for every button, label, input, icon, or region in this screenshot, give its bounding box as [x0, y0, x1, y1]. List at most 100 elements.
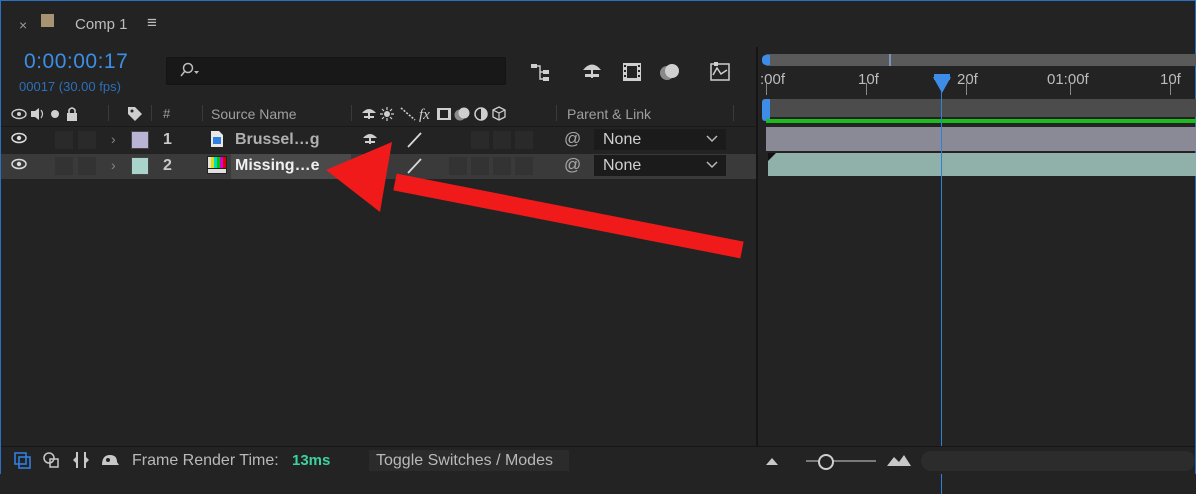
switch-cell[interactable] [493, 131, 511, 149]
quality-switch-icon[interactable] [405, 157, 423, 175]
visibility-eye-icon[interactable] [11, 157, 27, 171]
frame-render-time-value: 13ms [292, 452, 331, 469]
shy-layers-icon[interactable] [580, 60, 604, 84]
playhead-line[interactable] [941, 78, 942, 494]
time-ruler-label: 01:00f [1047, 71, 1089, 88]
ruler-tick [766, 83, 767, 95]
visibility-eye-icon[interactable] [11, 131, 27, 145]
parent-pickwhip-icon[interactable]: @ [564, 155, 581, 175]
shy-switch-icon[interactable] [362, 131, 378, 147]
timeline-area[interactable]: :00f 10f 20f 01:00f 10f [758, 47, 1196, 494]
layer-columns-header: # Source Name fx Parent & Link [1, 101, 756, 127]
graph-editor-icon[interactable] [708, 60, 732, 84]
time-ruler-label: :00f [760, 71, 786, 88]
work-area-bar[interactable] [766, 54, 1196, 66]
time-navigator-bar[interactable] [766, 99, 1196, 117]
ruler-tick [1170, 83, 1171, 95]
ruler-tick [1070, 83, 1071, 95]
transfer-controls-toggle-icon[interactable] [41, 451, 61, 469]
chevron-down-icon [706, 135, 718, 143]
switch-cell[interactable] [471, 131, 489, 149]
column-separator [202, 105, 203, 121]
expand-chevron-icon[interactable]: › [111, 157, 116, 173]
switch-cell[interactable] [449, 157, 467, 175]
layer-search-box[interactable] [166, 57, 506, 85]
image-file-icon [211, 131, 223, 147]
solo-switch[interactable] [55, 131, 73, 149]
timeline-scrollbar[interactable] [921, 451, 1195, 471]
frame-count-display: 00017 (30.00 fps) [19, 79, 121, 94]
layer-name[interactable]: Brussel…g [235, 131, 319, 149]
ruler-tick [966, 83, 967, 95]
switch-cell[interactable] [493, 157, 511, 175]
layer-row-1[interactable]: › 1 Brussel…g @ None [1, 128, 756, 153]
column-separator [108, 105, 109, 121]
work-area-start-handle[interactable] [762, 55, 770, 65]
layer-2-duration-bar[interactable] [768, 153, 1196, 176]
chevron-down-icon [706, 161, 718, 169]
color-bars-icon [207, 156, 227, 174]
comp-tab-title[interactable]: Comp 1 [75, 16, 128, 33]
parent-link-header[interactable]: Parent & Link [567, 106, 651, 122]
layer-switches-toggle-icon[interactable] [13, 451, 33, 469]
layer-label-color[interactable] [131, 157, 149, 175]
parent-dropdown[interactable]: None [594, 155, 726, 176]
render-cache-indicator [766, 119, 1196, 123]
close-tab-icon[interactable]: × [19, 17, 27, 33]
shy-switch-icon[interactable] [362, 157, 378, 173]
search-input[interactable] [207, 61, 491, 81]
layer-number: 2 [163, 157, 172, 174]
column-separator [351, 105, 352, 121]
lock-switch[interactable] [78, 131, 96, 149]
layer-switches-header-icons: fx [362, 106, 506, 122]
frame-blending-icon[interactable] [620, 60, 644, 84]
layer-number: 1 [163, 131, 172, 148]
layer-1-duration-bar[interactable] [766, 127, 1196, 151]
layer-row-2[interactable]: › 2 Missing…e @ None [1, 154, 756, 179]
navigator-start-handle[interactable] [762, 99, 770, 121]
panel-menu-icon[interactable]: ≡ [147, 13, 157, 33]
toggle-switches-modes-button[interactable]: Toggle Switches / Modes [369, 450, 569, 471]
time-ruler-label: 20f [957, 71, 978, 88]
motion-blur-icon[interactable] [658, 60, 682, 84]
zoom-out-icon[interactable] [765, 456, 779, 466]
column-separator [556, 105, 557, 121]
quality-switch-icon[interactable] [405, 131, 423, 149]
work-area-marker [889, 54, 891, 66]
label-tag-icon [128, 107, 142, 121]
fx-header: fx [419, 107, 430, 122]
parent-dropdown[interactable]: None [594, 129, 726, 150]
parent-value: None [603, 157, 642, 174]
parent-pickwhip-icon[interactable]: @ [564, 129, 581, 149]
lock-switch[interactable] [78, 157, 96, 175]
layer-name[interactable]: Missing…e [235, 157, 319, 175]
av-features-header-icons [11, 107, 77, 121]
panel-tab-bar: × Comp 1 ≡ [1, 1, 1195, 47]
toggle-switches-modes-label: Toggle Switches / Modes [376, 452, 553, 469]
switch-cell[interactable] [471, 157, 489, 175]
zoom-slider-knob[interactable] [818, 454, 834, 470]
source-name-header[interactable]: Source Name [211, 106, 297, 122]
switch-cell[interactable] [515, 157, 533, 175]
playhead-marker[interactable] [933, 77, 951, 93]
current-time-display[interactable]: 0:00:00:17 [24, 50, 128, 74]
timeline-footer: Frame Render Time: 13ms Toggle Switches … [1, 446, 1195, 474]
parent-value: None [603, 131, 642, 148]
ruler-tick [866, 83, 867, 95]
comp-color-swatch [41, 14, 54, 27]
column-separator [733, 105, 734, 121]
frame-render-time-label: Frame Render Time: [132, 452, 279, 469]
render-time-toggle-icon[interactable] [99, 451, 121, 469]
expand-chevron-icon[interactable]: › [111, 131, 116, 147]
time-ruler-label: 10f [858, 71, 879, 88]
layer-label-color[interactable] [131, 131, 149, 149]
zoom-in-icon[interactable] [886, 453, 912, 467]
zoom-slider-track[interactable] [806, 460, 876, 462]
in-out-duration-toggle-icon[interactable] [71, 451, 91, 469]
comp-flowchart-icon[interactable] [529, 60, 553, 84]
column-separator [151, 105, 152, 121]
switch-cell[interactable] [515, 131, 533, 149]
solo-switch[interactable] [55, 157, 73, 175]
search-icon [180, 62, 199, 77]
layer-number-header[interactable]: # [163, 106, 170, 121]
